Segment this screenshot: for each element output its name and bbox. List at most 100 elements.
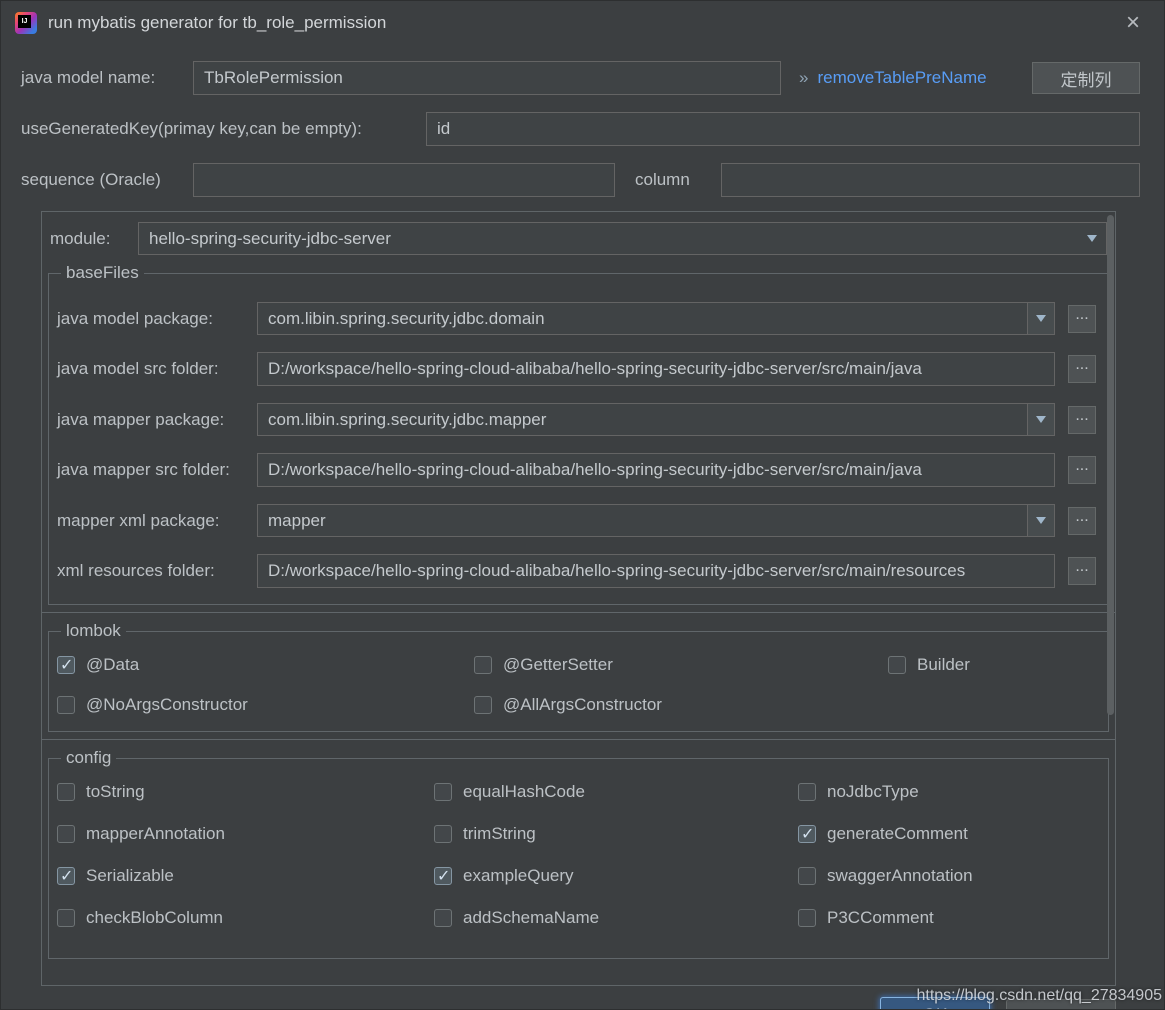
java-model-package-input[interactable] bbox=[258, 303, 1027, 334]
checkbox-label: exampleQuery bbox=[463, 866, 574, 886]
browse-button[interactable]: ... bbox=[1068, 507, 1096, 535]
checkbox-mapperannotation[interactable]: mapperAnnotation bbox=[57, 824, 434, 844]
section-divider bbox=[42, 739, 1115, 740]
checkbox-icon bbox=[57, 867, 75, 885]
java-mapper-package-row: java mapper package: ... bbox=[57, 403, 1096, 436]
checkbox-icon bbox=[798, 783, 816, 801]
checkbox-label: generateComment bbox=[827, 824, 968, 844]
xml-resources-folder-input[interactable] bbox=[258, 555, 1054, 587]
checkbox-nojdbctype[interactable]: noJdbcType bbox=[798, 782, 1096, 802]
checkbox-noargsconstructor[interactable]: @NoArgsConstructor bbox=[57, 695, 474, 715]
xml-resources-folder-label: xml resources folder: bbox=[57, 561, 257, 581]
checkbox-icon bbox=[434, 867, 452, 885]
ok-button[interactable]: OK bbox=[880, 997, 990, 1010]
xml-resources-folder-row: xml resources folder: ... bbox=[57, 554, 1096, 588]
checkbox-icon bbox=[434, 783, 452, 801]
checkbox-label: addSchemaName bbox=[463, 908, 599, 928]
checkbox-label: toString bbox=[86, 782, 145, 802]
checkbox-icon bbox=[434, 825, 452, 843]
close-icon[interactable]: × bbox=[1126, 11, 1140, 35]
mapper-xml-package-combobox[interactable] bbox=[257, 504, 1055, 537]
java-model-package-combobox[interactable] bbox=[257, 302, 1055, 335]
remove-table-prename-link[interactable]: removeTablePreName bbox=[817, 68, 986, 88]
sequence-input[interactable] bbox=[193, 163, 615, 197]
module-combobox[interactable]: hello-spring-security-jdbc-server bbox=[138, 222, 1107, 255]
browse-button[interactable]: ... bbox=[1068, 456, 1096, 484]
checkbox-gettersetter[interactable]: @GetterSetter bbox=[474, 655, 888, 675]
run-mybatis-generator-dialog: IJ run mybatis generator for tb_role_per… bbox=[0, 0, 1165, 1010]
checkbox-allargsconstructor[interactable]: @AllArgsConstructor bbox=[474, 695, 888, 715]
checkbox-equalhashcode[interactable]: equalHashCode bbox=[434, 782, 798, 802]
java-model-name-row: java model name: » removeTablePreName 定制… bbox=[21, 61, 1140, 95]
java-mapper-src-folder-label: java mapper src folder: bbox=[57, 460, 257, 480]
checkbox-label: Builder bbox=[917, 655, 970, 675]
chevron-down-icon[interactable] bbox=[1027, 505, 1054, 536]
browse-button[interactable]: ... bbox=[1068, 557, 1096, 585]
checkbox-label: @AllArgsConstructor bbox=[503, 695, 662, 715]
module-value: hello-spring-security-jdbc-server bbox=[139, 229, 1078, 249]
java-model-package-row: java model package: ... bbox=[57, 302, 1096, 335]
cancel-button[interactable]: Cancel bbox=[1006, 999, 1116, 1010]
java-model-src-folder-label: java model src folder: bbox=[57, 359, 257, 379]
checkbox-label: mapperAnnotation bbox=[86, 824, 225, 844]
module-row: module: hello-spring-security-jdbc-serve… bbox=[42, 212, 1115, 255]
checkbox-label: noJdbcType bbox=[827, 782, 919, 802]
checkbox-label: @GetterSetter bbox=[503, 655, 613, 675]
chevron-down-icon[interactable] bbox=[1027, 404, 1054, 435]
chevron-down-icon[interactable] bbox=[1027, 303, 1054, 334]
checkbox-icon bbox=[888, 656, 906, 674]
checkbox-icon bbox=[57, 783, 75, 801]
java-mapper-package-label: java mapper package: bbox=[57, 410, 257, 430]
lombok-group: lombok @Data @GetterSetter Builder bbox=[48, 621, 1109, 732]
java-model-name-input[interactable] bbox=[193, 61, 781, 95]
custom-column-button[interactable]: 定制列 bbox=[1032, 62, 1140, 94]
checkbox-examplequery[interactable]: exampleQuery bbox=[434, 866, 798, 886]
checkbox-icon bbox=[474, 696, 492, 714]
java-mapper-src-folder-field bbox=[257, 453, 1055, 487]
browse-button[interactable]: ... bbox=[1068, 406, 1096, 434]
module-label: module: bbox=[50, 229, 138, 249]
checkbox-addschemaname[interactable]: addSchemaName bbox=[434, 908, 798, 928]
config-checkbox-grid: toString equalHashCode noJdbcType mapper… bbox=[57, 782, 1096, 928]
checkbox-builder[interactable]: Builder bbox=[888, 655, 1096, 675]
checkbox-serializable[interactable]: Serializable bbox=[57, 866, 434, 886]
checkbox-label: trimString bbox=[463, 824, 536, 844]
checkbox-icon bbox=[474, 656, 492, 674]
mapper-xml-package-label: mapper xml package: bbox=[57, 511, 257, 531]
browse-button[interactable]: ... bbox=[1068, 355, 1096, 383]
generator-options-panel: module: hello-spring-security-jdbc-serve… bbox=[41, 211, 1116, 986]
checkbox-trimstring[interactable]: trimString bbox=[434, 824, 798, 844]
java-mapper-package-combobox[interactable] bbox=[257, 403, 1055, 436]
checkbox-icon bbox=[434, 909, 452, 927]
browse-button[interactable]: ... bbox=[1068, 305, 1096, 333]
basefiles-legend: baseFiles bbox=[61, 263, 144, 283]
basefiles-group: baseFiles java model package: ... java m… bbox=[48, 263, 1109, 605]
checkbox-swaggerannotation[interactable]: swaggerAnnotation bbox=[798, 866, 1096, 886]
use-generated-key-input[interactable] bbox=[426, 112, 1140, 146]
titlebar: IJ run mybatis generator for tb_role_per… bbox=[1, 1, 1164, 45]
checkbox-label: Serializable bbox=[86, 866, 174, 886]
mapper-xml-package-input[interactable] bbox=[258, 505, 1027, 536]
checkbox-icon bbox=[57, 909, 75, 927]
java-model-src-folder-field bbox=[257, 352, 1055, 386]
checkbox-icon bbox=[57, 696, 75, 714]
checkbox-checkblobcolumn[interactable]: checkBlobColumn bbox=[57, 908, 434, 928]
column-input[interactable] bbox=[721, 163, 1140, 197]
checkbox-p3ccomment[interactable]: P3CComment bbox=[798, 908, 1096, 928]
java-mapper-package-input[interactable] bbox=[258, 404, 1027, 435]
checkbox-data[interactable]: @Data bbox=[57, 655, 474, 675]
java-mapper-src-folder-input[interactable] bbox=[258, 454, 1054, 486]
config-group: config toString equalHashCode noJdbcType bbox=[48, 748, 1109, 959]
checkbox-generatecomment[interactable]: generateComment bbox=[798, 824, 1096, 844]
window-title: run mybatis generator for tb_role_permis… bbox=[48, 13, 386, 33]
checkbox-tostring[interactable]: toString bbox=[57, 782, 434, 802]
chevron-down-icon[interactable] bbox=[1078, 235, 1106, 242]
config-legend: config bbox=[61, 748, 116, 768]
dialog-content: java model name: » removeTablePreName 定制… bbox=[1, 61, 1164, 1010]
intellij-logo-icon: IJ bbox=[15, 12, 37, 34]
checkbox-label: checkBlobColumn bbox=[86, 908, 223, 928]
java-model-src-folder-input[interactable] bbox=[258, 353, 1054, 385]
java-model-src-folder-row: java model src folder: ... bbox=[57, 352, 1096, 386]
vertical-scrollbar[interactable] bbox=[1107, 215, 1114, 715]
intellij-logo-text: IJ bbox=[18, 15, 31, 28]
